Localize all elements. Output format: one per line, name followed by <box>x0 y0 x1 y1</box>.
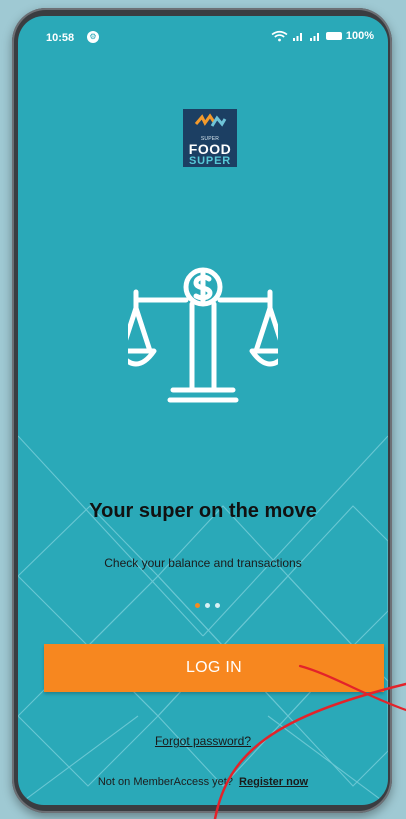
forgot-password-link[interactable]: Forgot password? <box>18 734 388 748</box>
logo-super-text: SUPER <box>189 155 231 167</box>
scale-dollar-icon <box>128 267 278 403</box>
page-dot-active[interactable] <box>195 603 200 608</box>
notification-icon: ⚙ <box>87 31 99 43</box>
page-dot[interactable] <box>205 603 210 608</box>
logo-food-text: FOOD <box>188 141 232 157</box>
login-button[interactable]: LOG IN <box>44 644 384 692</box>
status-right-group: 100% <box>271 30 374 42</box>
brand-logo: SUPER FOOD SUPER <box>183 109 237 167</box>
register-prompt: Not on MemberAccess yet? <box>97 776 233 788</box>
page-subtitle: Check your balance and transactions <box>104 556 302 570</box>
status-time: 10:58 <box>46 32 75 44</box>
wifi-icon <box>271 30 288 42</box>
carousel-indicator[interactable] <box>195 603 220 608</box>
app-screen: 10:58 ⚙ 100% SUPER FOOD SUPER Your super… <box>18 16 388 805</box>
battery-icon <box>325 32 342 40</box>
battery-level: 100% <box>345 30 374 42</box>
page-dot[interactable] <box>215 603 220 608</box>
signal-icon <box>292 33 302 41</box>
register-row: Not on MemberAccess yet? Register now <box>18 776 388 788</box>
status-bar: 10:58 ⚙ 100% <box>18 16 388 60</box>
signal-icon <box>309 33 319 41</box>
page-title: Your super on the move <box>89 500 317 522</box>
logo-mark-icon <box>194 113 227 127</box>
register-now-link[interactable]: Register now <box>239 776 308 788</box>
